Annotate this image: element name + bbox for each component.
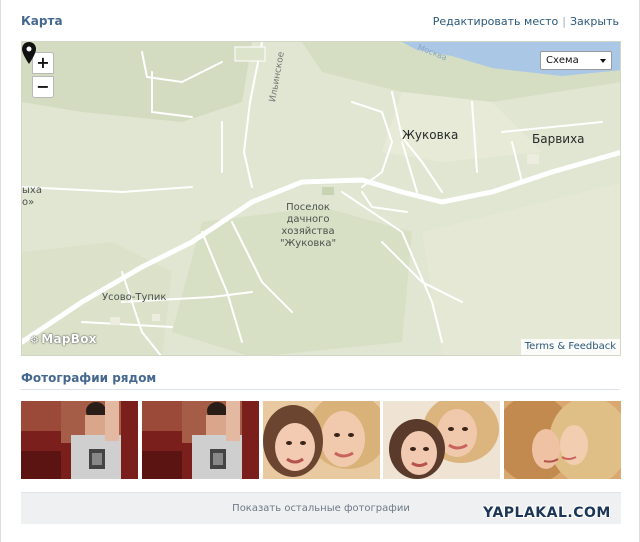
map-label-left-cut-2: о»	[22, 197, 35, 208]
map-label-barvikha: Барвиха	[532, 132, 585, 146]
close-link[interactable]: Закрыть	[570, 15, 619, 28]
photo-2-image	[142, 401, 259, 479]
map-label-left-cut-1: ыха	[22, 185, 42, 196]
photo-thumb-5[interactable]	[504, 401, 621, 479]
photo-thumb-3[interactable]	[263, 401, 380, 479]
photos-nearby-title: Фотографии рядом	[21, 371, 157, 385]
photos-divider	[21, 389, 619, 390]
map-pin-icon[interactable]	[22, 42, 36, 64]
mapbox-mark-icon: ⚙	[30, 335, 40, 346]
photo-1-image	[21, 401, 138, 479]
zoom-out-button[interactable]: −	[32, 76, 54, 98]
poselok-line-3: хозяйства	[281, 226, 335, 237]
photo-thumb-2[interactable]	[142, 401, 259, 479]
photos-strip	[21, 401, 621, 479]
map-view[interactable]: + − Схема Жуковка Барвиха Усово-Тупик ых…	[21, 41, 621, 356]
map-label-usovo-tupik: Усово-Тупик	[102, 292, 167, 303]
map-layer-select[interactable]: Схема	[540, 51, 612, 70]
poselok-line-1: Поселок	[286, 202, 330, 213]
edit-place-link[interactable]: Редактировать место	[433, 15, 559, 28]
mapbox-logo-text: MapBox	[41, 332, 97, 346]
photo-5-image	[504, 401, 621, 479]
map-header: Карта Редактировать место | Закрыть	[21, 10, 619, 34]
chevron-down-icon	[600, 59, 606, 63]
map-panel: Карта Редактировать место | Закрыть + − …	[0, 0, 640, 542]
map-title: Карта	[21, 14, 63, 28]
photo-3-image	[263, 401, 380, 479]
map-label-poselok: Поселок дачного хозяйства "Жуковка"	[275, 202, 341, 250]
photo-thumb-4[interactable]	[383, 401, 500, 479]
poselok-line-2: дачного	[286, 214, 330, 225]
watermark: YAPLAKAL.COM	[483, 505, 611, 521]
map-label-zhukovka: Жуковка	[402, 128, 459, 142]
terms-feedback-link[interactable]: Terms & Feedback	[520, 339, 620, 355]
photo-4-image	[383, 401, 500, 479]
mapbox-logo[interactable]: ⚙ MapBox	[30, 332, 97, 346]
links-separator: |	[562, 15, 566, 28]
map-canvas	[22, 42, 620, 355]
poselok-line-4: "Жуковка"	[279, 238, 337, 249]
header-links: Редактировать место | Закрыть	[433, 15, 619, 28]
map-layer-value: Схема	[546, 55, 579, 66]
photo-thumb-1[interactable]	[21, 401, 138, 479]
